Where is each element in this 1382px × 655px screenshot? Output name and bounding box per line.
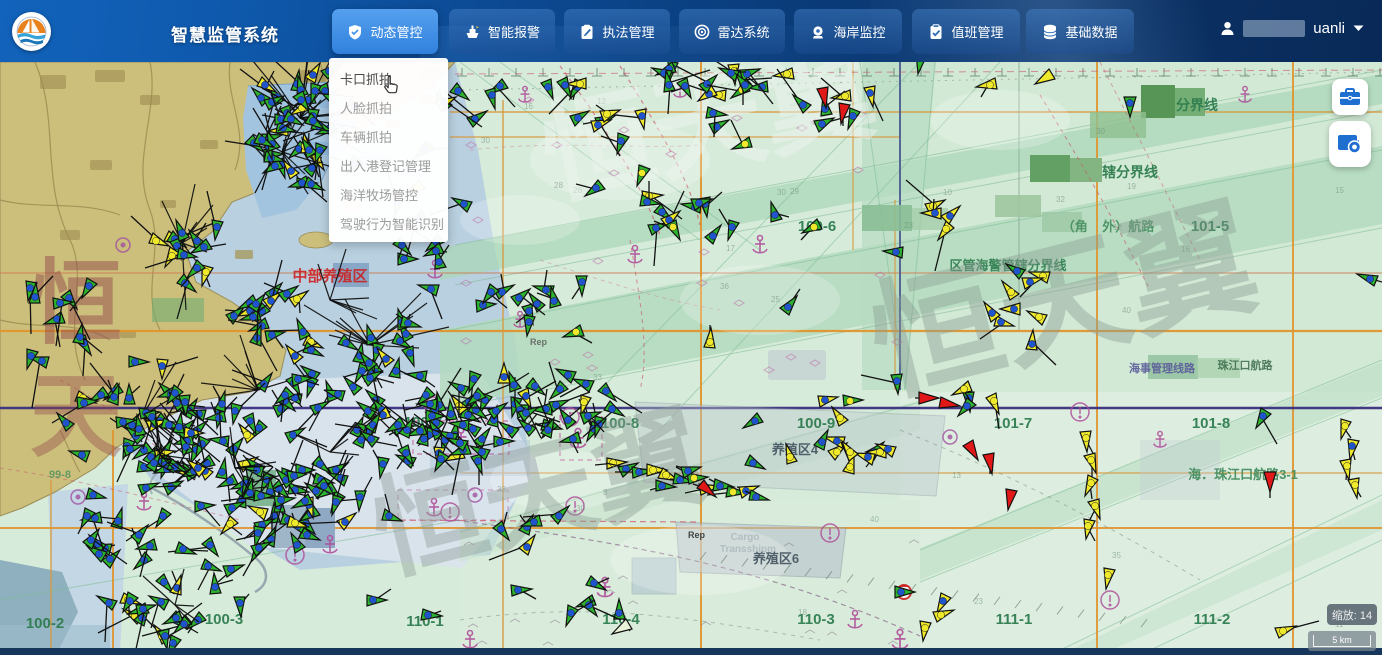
- svg-text:23: 23: [974, 597, 983, 606]
- svg-text:32: 32: [1056, 195, 1065, 204]
- svg-text:29: 29: [790, 187, 799, 196]
- svg-text:111-2: 111-2: [1194, 611, 1231, 628]
- svg-text:100-9: 100-9: [797, 415, 835, 432]
- svg-text:Rep: Rep: [688, 530, 706, 540]
- svg-text:99-8: 99-8: [49, 469, 71, 481]
- svg-text:30: 30: [777, 188, 786, 197]
- svg-text:13: 13: [952, 471, 961, 480]
- svg-text:30: 30: [1096, 127, 1105, 136]
- svg-text:25: 25: [771, 295, 780, 304]
- svg-text:中部养殖区: 中部养殖区: [292, 267, 367, 285]
- svg-text:养殖区4: 养殖区4: [771, 442, 819, 457]
- svg-text:101-8: 101-8: [1192, 415, 1230, 432]
- svg-text:23: 23: [904, 221, 913, 230]
- svg-text:辖分界线: 辖分界线: [1102, 164, 1158, 180]
- svg-text:100-2: 100-2: [26, 615, 64, 632]
- svg-text:Cargo: Cargo: [731, 532, 760, 543]
- svg-text:15: 15: [1335, 186, 1344, 195]
- svg-text:101-7: 101-7: [994, 415, 1032, 432]
- svg-text:100-3: 100-3: [205, 611, 243, 628]
- svg-text:17: 17: [726, 244, 735, 253]
- svg-text:Transshipm: Transshipm: [720, 544, 776, 555]
- svg-text:19: 19: [1127, 182, 1136, 191]
- svg-text:Rep: Rep: [530, 337, 548, 347]
- svg-text:海事管理线路: 海事管理线路: [1129, 361, 1196, 375]
- svg-text:珠江口航路: 珠江口航路: [1218, 358, 1274, 372]
- svg-text:35: 35: [1112, 551, 1121, 560]
- svg-text:111-1: 111-1: [996, 611, 1033, 628]
- svg-text:海．珠江口航路3-1: 海．珠江口航路3-1: [1188, 467, 1298, 482]
- svg-text:10: 10: [943, 188, 952, 197]
- svg-text:18: 18: [798, 608, 807, 617]
- svg-text:36: 36: [720, 282, 729, 291]
- svg-text:分界线: 分界线: [1176, 97, 1218, 113]
- svg-text:40: 40: [870, 515, 879, 524]
- svg-text:30: 30: [481, 136, 490, 145]
